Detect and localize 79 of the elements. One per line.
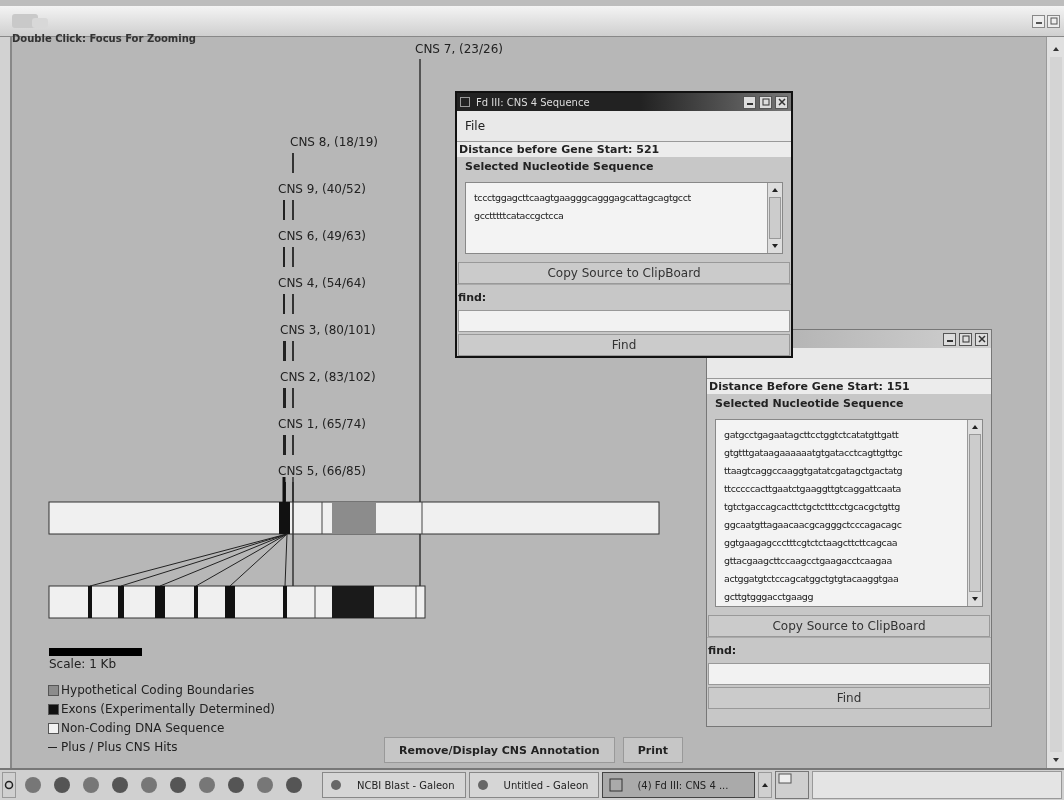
action-button[interactable]: Remove/Display CNS Annotation xyxy=(384,737,615,763)
dialog-title: Fd III: CNS 4 Sequence xyxy=(476,96,591,108)
workspace-pager-icon[interactable] xyxy=(775,771,810,799)
legend-swatch-icon xyxy=(48,722,59,734)
hit-line-icon xyxy=(48,746,57,748)
find-button[interactable]: Find xyxy=(458,334,790,356)
action-button[interactable]: Print xyxy=(622,737,683,763)
browser-icon xyxy=(329,778,343,792)
window-icon xyxy=(460,97,470,107)
maximize-icon xyxy=(1049,17,1058,25)
scrollbar[interactable] xyxy=(767,183,782,253)
scroll-up-icon[interactable] xyxy=(770,186,780,194)
sequence-line: actggatgtctccagcatggctgtgtacaaggtgaa xyxy=(724,572,900,586)
sequence-line: ttaagtcaggccaaggtgatatcgatagctgactatg xyxy=(724,464,904,478)
cns-label: CNS 8, (18/19) xyxy=(290,135,378,149)
browser-icon xyxy=(475,778,490,792)
sequence-line: gtgtttgataagaaaaaatgtgatacctcagttgttgc xyxy=(724,446,904,460)
maximize-button[interactable] xyxy=(959,332,972,346)
sequence-line: gatgcctgagaatagcttcctggtctcatatgttgatt xyxy=(724,428,900,442)
legend-label: Hypothetical Coding Boundaries xyxy=(61,683,255,697)
cns-label: CNS 6, (49/63) xyxy=(278,229,366,243)
close-button[interactable] xyxy=(975,332,988,346)
cns-label: CNS 3, (80/101) xyxy=(280,323,376,337)
taskbar-task[interactable]: NCBI Blast - Galeon xyxy=(322,772,466,798)
distance-label: Distance Before Gene Start: 151 xyxy=(707,379,991,394)
scroll-down-icon[interactable] xyxy=(770,242,780,250)
close-icon xyxy=(977,335,986,343)
menu-item[interactable]: File xyxy=(465,119,486,133)
sequence-line: tccctggagcttcaagtgaagggcagggagcattagcagtgcct xyxy=(474,191,692,205)
close-button[interactable] xyxy=(775,95,788,109)
zoom-hint: Double Click: Focus For Zooming xyxy=(12,33,196,45)
minimize-button[interactable] xyxy=(943,332,956,346)
cns-label: CNS 1, (65/74) xyxy=(278,417,366,431)
find-button[interactable]: Find xyxy=(708,687,990,709)
maximize-icon xyxy=(761,98,770,106)
cns-label: CNS 7, (23/26) xyxy=(415,42,503,56)
sequence-text-area[interactable] xyxy=(715,419,983,607)
scroll-up-icon[interactable] xyxy=(758,772,773,798)
scroll-down-icon[interactable] xyxy=(970,595,980,603)
section-heading: Selected Nucleotide Sequence xyxy=(464,159,655,175)
scroll-up-icon[interactable] xyxy=(1050,45,1061,53)
close-icon xyxy=(777,98,786,106)
sequence-line: ttcccccacttgaatctgaaggttgtcaggattcaata xyxy=(724,482,902,496)
sequence-line: ggtgaagagccctttcgtctctaagcttcttcagcaa xyxy=(724,536,899,550)
legend-swatch-icon xyxy=(48,684,59,696)
minimize-button[interactable] xyxy=(1032,14,1045,28)
copy-button[interactable]: Copy Source to ClipBoard xyxy=(708,615,990,637)
cns-label: CNS 5, (66/85) xyxy=(278,464,366,478)
maximize-icon xyxy=(961,335,970,343)
sequence-line: ggcaatgttagaacaacgcagggctcccagacagc xyxy=(724,518,903,532)
sequence-line: gcctttttcataccgctcca xyxy=(474,209,565,223)
taskbar-task[interactable]: (4) Fd III: CNS 4 ... xyxy=(602,772,756,798)
find-field[interactable] xyxy=(458,310,790,332)
legend-swatch-icon xyxy=(48,703,59,715)
legend-label: Plus / Plus CNS Hits xyxy=(61,740,178,754)
scale-label: Scale: 1 Kb xyxy=(49,657,117,671)
cns-label: CNS 2, (83/102) xyxy=(280,370,376,384)
copy-button[interactable]: Copy Source to ClipBoard xyxy=(458,262,790,284)
scroll-down-icon[interactable] xyxy=(1050,756,1061,764)
taskbar-task[interactable]: Untitled - Galeon xyxy=(468,772,600,798)
sequence-text-area[interactable]: tccctggagcttcaagtgaagggcagggagcattagcagtgcct gcctttttcataccgctcca xyxy=(465,182,783,254)
cns-label: CNS 9, (40/52) xyxy=(278,182,366,196)
scrollbar[interactable] xyxy=(1046,37,1064,768)
maximize-button[interactable] xyxy=(1047,14,1060,28)
legend-label: Non-Coding DNA Sequence xyxy=(61,721,225,735)
find-field[interactable] xyxy=(708,663,990,685)
window-icon xyxy=(609,778,624,792)
sequence-line: gttacgaagcttccaagcctgaagacctcaagaa xyxy=(724,554,893,568)
section-heading: Selected Nucleotide Sequence xyxy=(714,396,905,412)
menu-icon[interactable] xyxy=(2,772,16,798)
cns-label: CNS 4, (54/64) xyxy=(278,276,366,290)
sequence-line: gcttgtgggacctgaagg xyxy=(724,590,815,604)
legend-label: Exons (Experimentally Determined) xyxy=(61,702,276,716)
scroll-up-icon[interactable] xyxy=(970,423,980,431)
minimize-button[interactable] xyxy=(743,95,756,109)
scrollbar[interactable] xyxy=(967,420,982,606)
distance-label: Distance before Gene Start: 521 xyxy=(457,142,791,157)
sequence-line: tgtctgaccagcacttctgctctttcctgcacgctgttg xyxy=(724,500,901,514)
maximize-button[interactable] xyxy=(759,95,772,109)
